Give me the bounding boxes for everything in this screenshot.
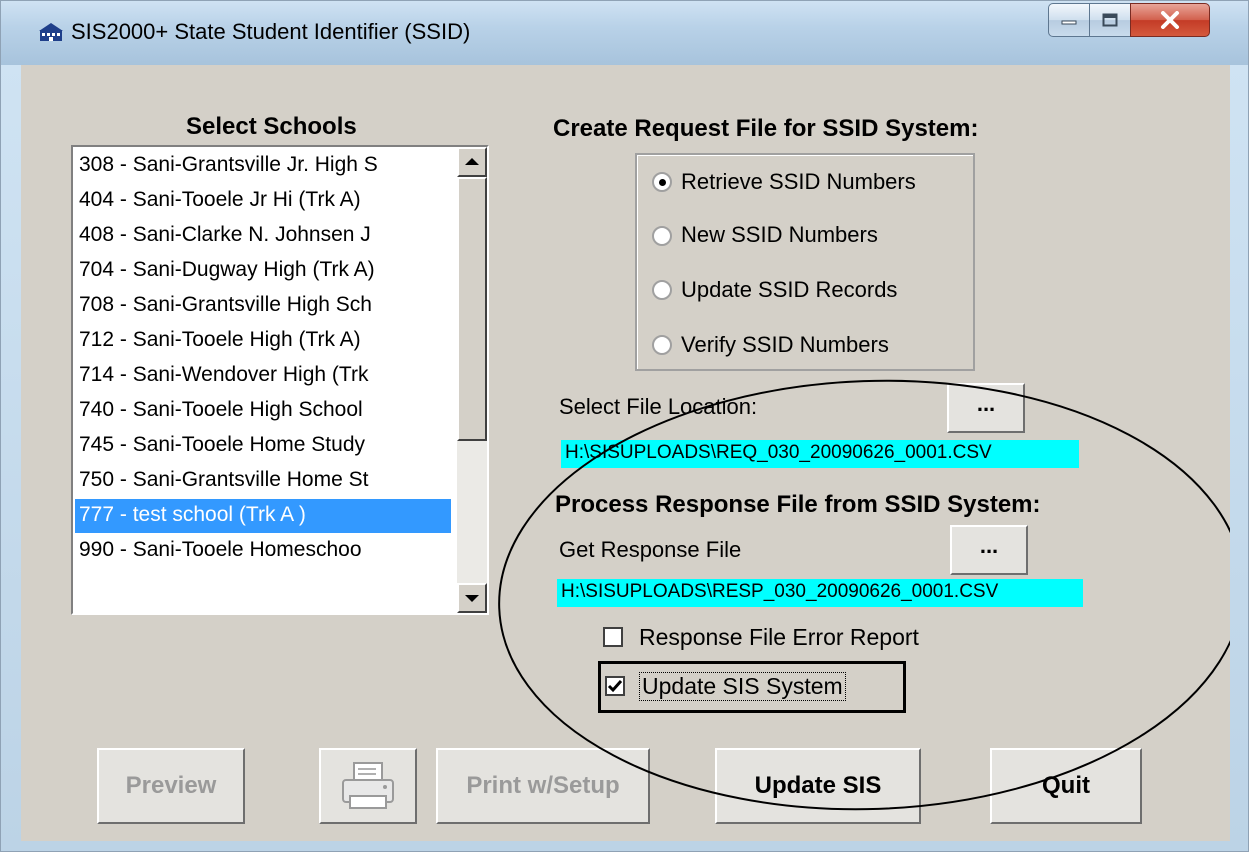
school-building-icon [39, 23, 63, 41]
response-file-path: H:\SISUPLOADS\RESP_030_20090626_0001.CSV [561, 581, 999, 602]
request-heading: Create Request File for SSID System: [553, 115, 979, 142]
radio-new-ssid[interactable] [652, 226, 672, 246]
radio-verify-ssid[interactable] [652, 335, 672, 355]
radio-label-update[interactable]: Update SSID Records [681, 277, 897, 303]
arrow-up-icon [465, 158, 479, 165]
browse-request-file-button[interactable]: ... [947, 383, 1025, 433]
app-window: SIS2000+ State Student Identifier (SSID)… [0, 0, 1249, 852]
request-file-path: H:\SISUPLOADS\REQ_030_20090626_0001.CSV [565, 442, 992, 463]
radio-label-verify[interactable]: Verify SSID Numbers [681, 332, 889, 358]
preview-button[interactable]: Preview [97, 748, 245, 824]
error-report-label[interactable]: Response File Error Report [639, 624, 919, 651]
list-item[interactable]: 745 - Sani-Tooele Home Study [79, 429, 457, 463]
printer-icon [342, 762, 394, 809]
list-item[interactable]: 712 - Sani-Tooele High (Trk A) [79, 324, 457, 358]
list-item[interactable]: 740 - Sani-Tooele High School [79, 394, 457, 428]
response-file-path-highlight: H:\SISUPLOADS\RESP_030_20090626_0001.CSV [557, 579, 1083, 607]
radio-retrieve-ssid[interactable] [652, 172, 672, 192]
quit-button[interactable]: Quit [990, 748, 1142, 824]
select-schools-heading: Select Schools [186, 113, 357, 140]
window-title: SIS2000+ State Student Identifier (SSID) [71, 19, 471, 44]
request-type-group: Retrieve SSID Numbers New SSID Numbers U… [635, 153, 975, 371]
browse-response-file-button[interactable]: ... [950, 525, 1028, 575]
error-report-checkbox[interactable] [603, 627, 623, 647]
print-button[interactable] [319, 748, 417, 824]
print-with-setup-button[interactable]: Print w/Setup [436, 748, 650, 824]
request-file-path-highlight: H:\SISUPLOADS\REQ_030_20090626_0001.CSV [561, 440, 1079, 468]
radio-selected-dot [659, 179, 666, 186]
list-item[interactable]: 990 - Sani-Tooele Homeschoo [79, 534, 457, 568]
scroll-thumb[interactable] [457, 177, 487, 441]
list-item-selected[interactable]: 777 - test school (Trk A ) [75, 499, 451, 533]
list-item[interactable]: 408 - Sani-Clarke N. Johnsen J [79, 219, 457, 253]
dialog-client-area: Select Schools 308 - Sani-Grantsville Jr… [21, 65, 1230, 841]
maximize-icon [1090, 4, 1130, 36]
title-bar[interactable]: SIS2000+ State Student Identifier (SSID) [1, 1, 1248, 65]
get-response-file-label: Get Response File [559, 537, 742, 562]
list-item[interactable]: 750 - Sani-Grantsville Home St [79, 464, 457, 498]
response-heading: Process Response File from SSID System: [555, 491, 1041, 518]
close-icon [1131, 4, 1209, 36]
update-sis-system-label[interactable]: Update SIS System [639, 672, 846, 701]
update-sis-system-checkbox[interactable] [605, 676, 625, 696]
list-item[interactable]: 404 - Sani-Tooele Jr Hi (Trk A) [79, 184, 457, 218]
scroll-down-button[interactable] [457, 583, 487, 613]
select-file-location-label: Select File Location: [559, 394, 758, 419]
minimize-icon [1049, 4, 1089, 36]
checkmark-icon [607, 680, 623, 693]
radio-label-new[interactable]: New SSID Numbers [681, 222, 878, 248]
list-item[interactable]: 704 - Sani-Dugway High (Trk A) [79, 254, 457, 288]
list-item[interactable]: 708 - Sani-Grantsville High Sch [79, 289, 457, 323]
update-sis-button[interactable]: Update SIS [715, 748, 921, 824]
schools-scrollbar[interactable] [457, 147, 487, 613]
scroll-up-button[interactable] [457, 147, 487, 177]
arrow-down-icon [465, 595, 479, 602]
minimize-button[interactable] [1048, 3, 1090, 37]
schools-listbox[interactable]: 308 - Sani-Grantsville Jr. High S 404 - … [71, 145, 489, 615]
list-item[interactable]: 308 - Sani-Grantsville Jr. High S [79, 149, 457, 183]
maximize-button[interactable] [1089, 3, 1131, 37]
radio-label-retrieve[interactable]: Retrieve SSID Numbers [681, 169, 916, 195]
radio-update-ssid-records[interactable] [652, 280, 672, 300]
close-button[interactable] [1130, 3, 1210, 37]
list-item[interactable]: 714 - Sani-Wendover High (Trk [79, 359, 457, 393]
